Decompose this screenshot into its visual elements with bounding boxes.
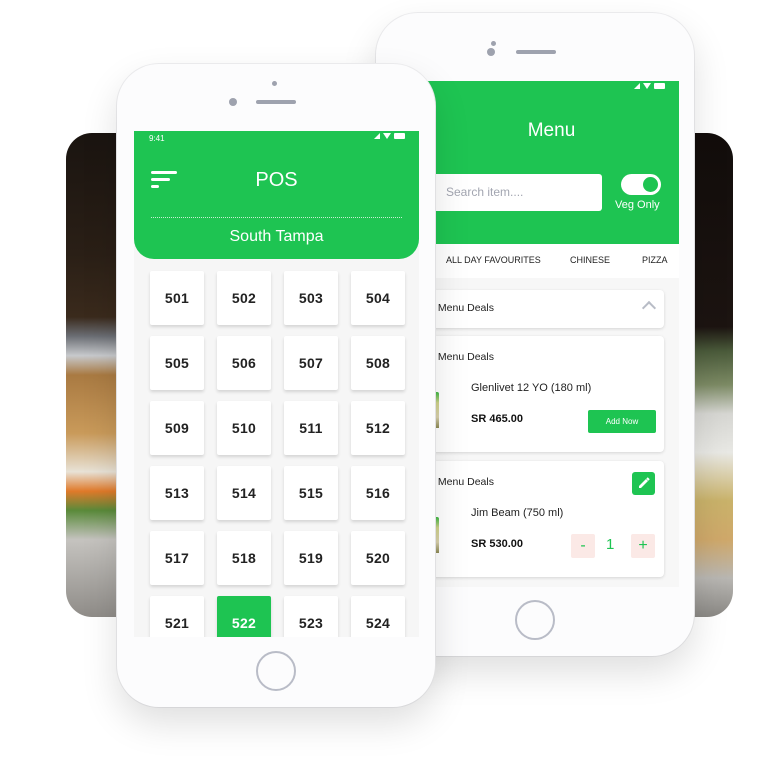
table-tile[interactable]: 501	[150, 271, 204, 325]
phone-pos: 9:41 POS South Tampa 501 502 503 504 505 506 5…	[117, 64, 435, 707]
table-tile[interactable]: 518	[217, 531, 271, 585]
table-tile[interactable]: 507	[284, 336, 338, 390]
menu-screen: Menu Search item.... Veg Only ALL DAY FA…	[424, 81, 679, 587]
increase-quantity-button[interactable]: +	[631, 534, 655, 558]
decrease-quantity-button[interactable]: -	[571, 534, 595, 558]
table-tile[interactable]: 510	[217, 401, 271, 455]
search-placeholder: Search item....	[446, 185, 524, 199]
search-input[interactable]: Search item....	[424, 174, 602, 211]
veg-only-label: Veg Only	[615, 199, 660, 211]
table-tile[interactable]: 516	[351, 466, 405, 520]
table-tile[interactable]: 504	[351, 271, 405, 325]
sensor-dot	[272, 81, 277, 86]
table-tile[interactable]: 521	[150, 596, 204, 637]
wifi-icon	[643, 83, 651, 89]
battery-icon	[654, 83, 665, 89]
speaker-grille	[516, 50, 556, 54]
signal-icon	[634, 83, 640, 89]
tab-all-day-favourites[interactable]: ALL DAY FAVOURITES	[446, 255, 541, 265]
speaker-grille	[256, 100, 296, 104]
item-name: Jim Beam (750 ml)	[471, 507, 564, 519]
tab-pizza[interactable]: PIZZA	[642, 255, 668, 265]
table-tile[interactable]: 512	[351, 401, 405, 455]
page-title: Menu	[527, 120, 576, 141]
header-divider	[151, 217, 402, 218]
table-tile[interactable]: 514	[217, 466, 271, 520]
item-price: SR 530.00	[471, 538, 523, 550]
signal-icon	[374, 133, 380, 139]
table-tile[interactable]: 519	[284, 531, 338, 585]
table-tile[interactable]: 505	[150, 336, 204, 390]
tab-chinese[interactable]: CHINESE	[570, 255, 610, 265]
home-button[interactable]	[515, 600, 555, 640]
status-time: 9:41	[149, 134, 165, 143]
veg-only-toggle[interactable]	[621, 174, 661, 195]
status-icons	[374, 133, 405, 139]
chevron-up-icon[interactable]	[641, 300, 657, 316]
table-tile[interactable]: 520	[351, 531, 405, 585]
camera-icon	[487, 48, 495, 56]
table-tile[interactable]: 511	[284, 401, 338, 455]
table-tile[interactable]: 502	[217, 271, 271, 325]
battery-icon	[394, 133, 405, 139]
table-tile[interactable]: 523	[284, 596, 338, 637]
pos-header: 9:41 POS South Tampa	[134, 131, 419, 259]
edit-button[interactable]	[632, 472, 655, 495]
pencil-icon	[639, 477, 650, 488]
menu-header: Menu Search item.... Veg Only	[424, 81, 679, 244]
quantity-value: 1	[606, 536, 615, 553]
table-tile[interactable]: 508	[351, 336, 405, 390]
category-tabs: ALL DAY FAVOURITES CHINESE PIZZA	[424, 244, 679, 278]
page-title: POS	[255, 169, 298, 191]
item-price: SR 465.00	[471, 413, 523, 425]
table-tile[interactable]: 503	[284, 271, 338, 325]
table-tile[interactable]: 515	[284, 466, 338, 520]
toggle-knob	[642, 176, 659, 193]
location-label[interactable]: South Tampa	[134, 228, 419, 246]
table-tile[interactable]: 524	[351, 596, 405, 637]
sensor-dot	[491, 41, 496, 46]
menu-item-card: ttle Menu Deals Glenlivet 12 YO (180 ml)…	[424, 336, 664, 452]
section-header[interactable]: ttle Menu Deals	[424, 290, 664, 328]
table-tile[interactable]: 513	[150, 466, 204, 520]
table-tile[interactable]: 506	[217, 336, 271, 390]
menu-item-card: ttle Menu Deals Jim Beam (750 ml) SR 530…	[424, 461, 664, 577]
table-tile[interactable]: 522	[217, 596, 271, 637]
pos-screen: 9:41 POS South Tampa 501 502 503 504 505 506 5…	[134, 131, 419, 637]
home-button[interactable]	[256, 651, 296, 691]
wifi-icon	[383, 133, 391, 139]
camera-icon	[229, 98, 237, 106]
table-tile[interactable]: 509	[150, 401, 204, 455]
add-now-button[interactable]: Add Now	[588, 410, 656, 433]
item-name: Glenlivet 12 YO (180 ml)	[471, 382, 592, 394]
table-grid: 501 502 503 504 505 506 507 508 509 510 511 512 513 5…	[150, 271, 408, 637]
status-icons	[634, 83, 665, 89]
table-tile[interactable]: 517	[150, 531, 204, 585]
background-photo-right	[690, 133, 733, 617]
